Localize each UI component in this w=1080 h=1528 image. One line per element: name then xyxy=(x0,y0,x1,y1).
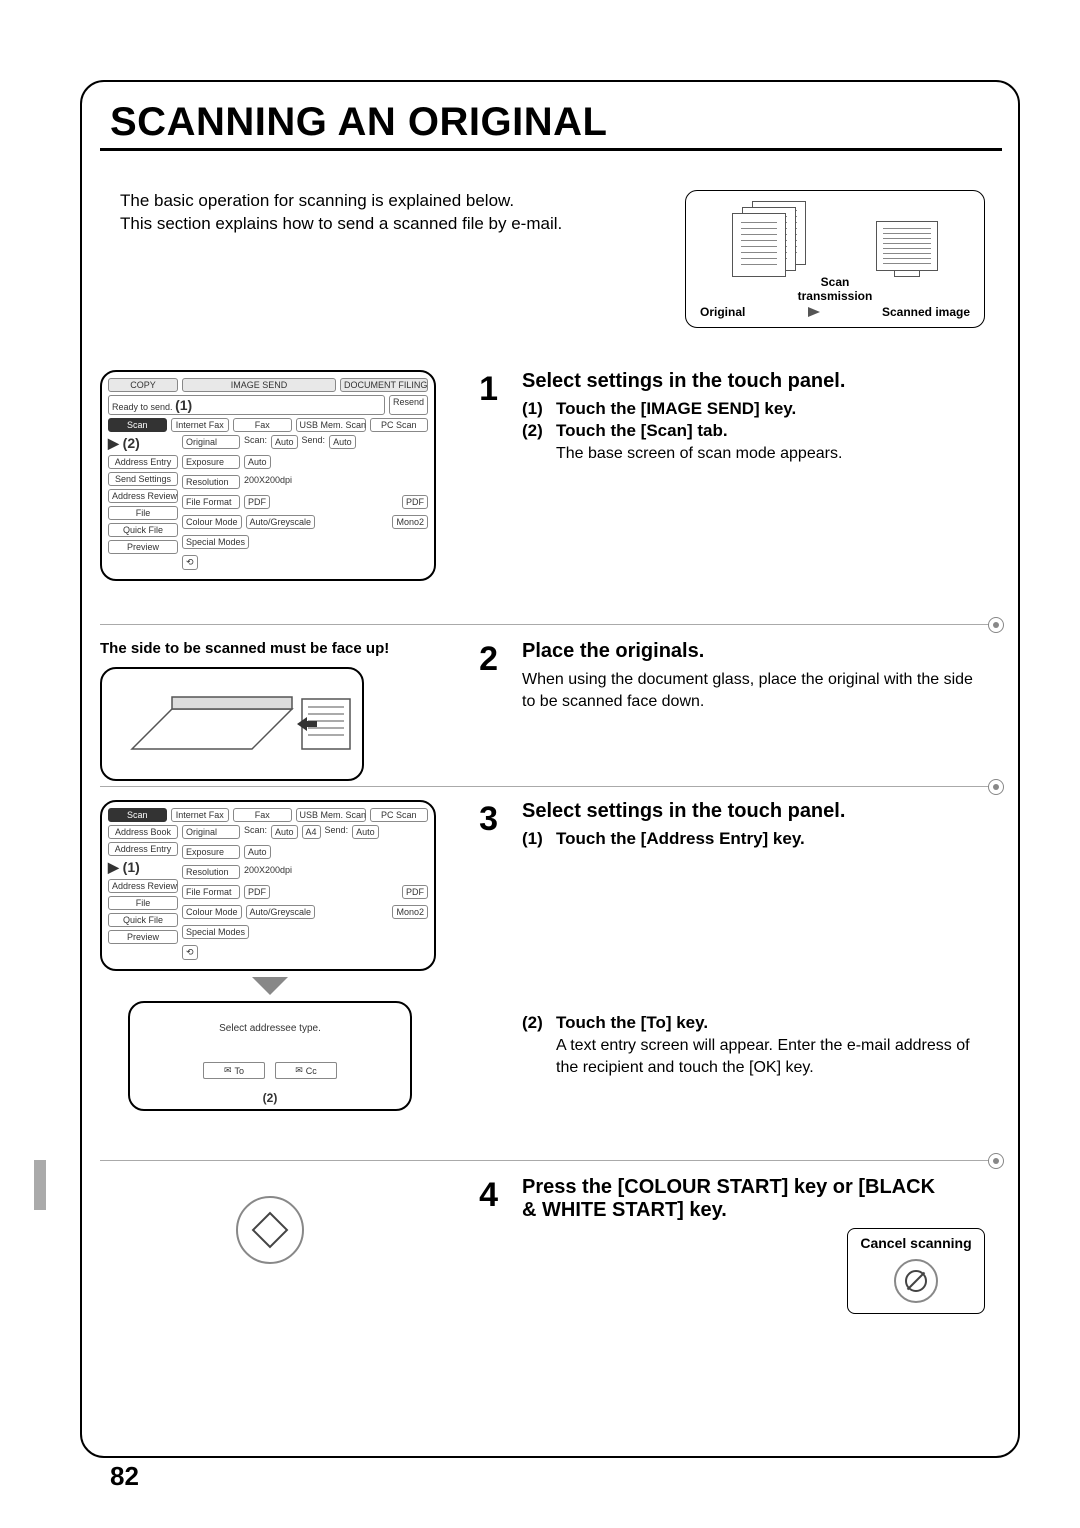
preview-icon-2: ⟲ xyxy=(182,945,198,960)
diagram-scan-label-1: Scan xyxy=(821,275,850,289)
step-3-detail-2: A text entry screen will appear. Enter t… xyxy=(556,1035,985,1078)
diagram-original-label: Original xyxy=(700,305,745,319)
page-number: 82 xyxy=(104,1461,145,1492)
intro-line-1: The basic operation for scanning is expl… xyxy=(120,191,514,210)
status-ready: Ready to send. (1) xyxy=(108,395,385,415)
diagram-scanned-label: Scanned image xyxy=(882,305,970,319)
dialog-text: Select addressee type. xyxy=(140,1023,400,1034)
side-send-settings: Send Settings xyxy=(108,472,178,486)
stop-key-icon xyxy=(894,1259,938,1303)
side-address-book: Address Book xyxy=(108,825,178,839)
diamond-icon xyxy=(252,1212,289,1249)
step-3-sub-2: Touch the [To] key. xyxy=(556,1013,708,1033)
tab-doc-filing: DOCUMENT FILING xyxy=(340,378,428,392)
resend-button: Resend xyxy=(389,395,428,415)
step-1-sub-2: Touch the [Scan] tab. xyxy=(556,421,728,441)
monitor-icon xyxy=(876,221,938,271)
step-4: 4 Press the [COLOUR START] key or [BLACK… xyxy=(100,1176,985,1314)
callout-1: (1) xyxy=(175,397,192,413)
side-address-review: Address Review xyxy=(108,489,178,503)
cc-button: ✉ Cc xyxy=(275,1062,337,1079)
mode-tab-scan: Scan xyxy=(108,418,167,432)
step-3-callout-2: (2) xyxy=(263,1091,278,1105)
step-2-number: 2 xyxy=(464,640,498,781)
cancel-scanning-badge: Cancel scanning xyxy=(847,1228,985,1314)
step-3-title: Select settings in the touch panel. xyxy=(522,800,985,823)
step-2-detail: When using the document glass, place the… xyxy=(522,669,985,712)
down-arrow-icon xyxy=(252,977,288,995)
side-address-entry-2: Address Entry xyxy=(108,842,178,856)
side-preview: Preview xyxy=(108,540,178,554)
intro-row: The basic operation for scanning is expl… xyxy=(120,190,985,328)
page: SCANNING AN ORIGINAL The basic operation… xyxy=(0,0,1080,1528)
callout-2: ▶ (2) xyxy=(108,435,178,452)
mode-tab-scan-2: Scan xyxy=(108,808,167,822)
step-3-callout-1: ▶ (1) xyxy=(108,859,178,876)
cancel-scanning-label: Cancel scanning xyxy=(860,1235,971,1251)
step-1-title: Select settings in the touch panel. xyxy=(522,370,985,393)
diagram-scan-label-2: transmission xyxy=(798,289,873,303)
step-2-title: Place the originals. xyxy=(522,640,985,663)
tab-copy: COPY xyxy=(108,378,178,392)
touch-panel-screenshot-1: COPY IMAGE SEND DOCUMENT FILING Ready to… xyxy=(100,370,436,581)
side-quick-file: Quick File xyxy=(108,523,178,537)
side-file: File xyxy=(108,506,178,520)
intro-line-2: This section explains how to send a scan… xyxy=(120,214,562,233)
transmission-diagram: Scan transmission Original Scanned image xyxy=(685,190,985,328)
arrow-icon xyxy=(808,307,820,317)
section-edge-tab xyxy=(34,1160,46,1210)
to-button: ✉ To xyxy=(203,1062,265,1079)
step-3-number: 3 xyxy=(464,800,498,1111)
step-2: The side to be scanned must be face up! … xyxy=(100,640,985,781)
intro-text: The basic operation for scanning is expl… xyxy=(120,190,562,236)
step-2-note: The side to be scanned must be face up! xyxy=(100,640,440,657)
title-underline xyxy=(100,148,1002,151)
start-key-icon xyxy=(236,1196,304,1264)
mode-tab-fax: Fax xyxy=(233,418,292,432)
step-1-detail: The base screen of scan mode appears. xyxy=(556,443,985,465)
tab-image-send: IMAGE SEND xyxy=(182,378,336,392)
original-stack-icon xyxy=(732,201,812,271)
side-address-entry: Address Entry xyxy=(108,455,178,469)
step-4-number: 4 xyxy=(464,1176,498,1215)
step-3-sub-1: Touch the [Address Entry] key. xyxy=(556,829,805,849)
mode-tab-usb: USB Mem. Scan xyxy=(296,418,366,432)
step-3: Scan Internet Fax Fax USB Mem. Scan PC S… xyxy=(100,800,985,1111)
step-1: COPY IMAGE SEND DOCUMENT FILING Ready to… xyxy=(100,370,985,581)
preview-icon: ⟲ xyxy=(182,555,198,570)
touch-panel-screenshot-2: Scan Internet Fax Fax USB Mem. Scan PC S… xyxy=(100,800,436,971)
step-4-title: Press the [COLOUR START] key or [BLACK &… xyxy=(522,1176,952,1222)
mode-tab-pc: PC Scan xyxy=(370,418,429,432)
select-addressee-dialog: Select addressee type. ✉ To ✉ Cc (2) xyxy=(128,1001,412,1111)
document-feeder-illustration xyxy=(100,667,364,781)
mode-tab-ifax: Internet Fax xyxy=(171,418,230,432)
page-title: SCANNING AN ORIGINAL xyxy=(104,100,613,145)
step-1-sub-1: Touch the [IMAGE SEND] key. xyxy=(556,399,796,419)
step-1-number: 1 xyxy=(464,370,498,581)
